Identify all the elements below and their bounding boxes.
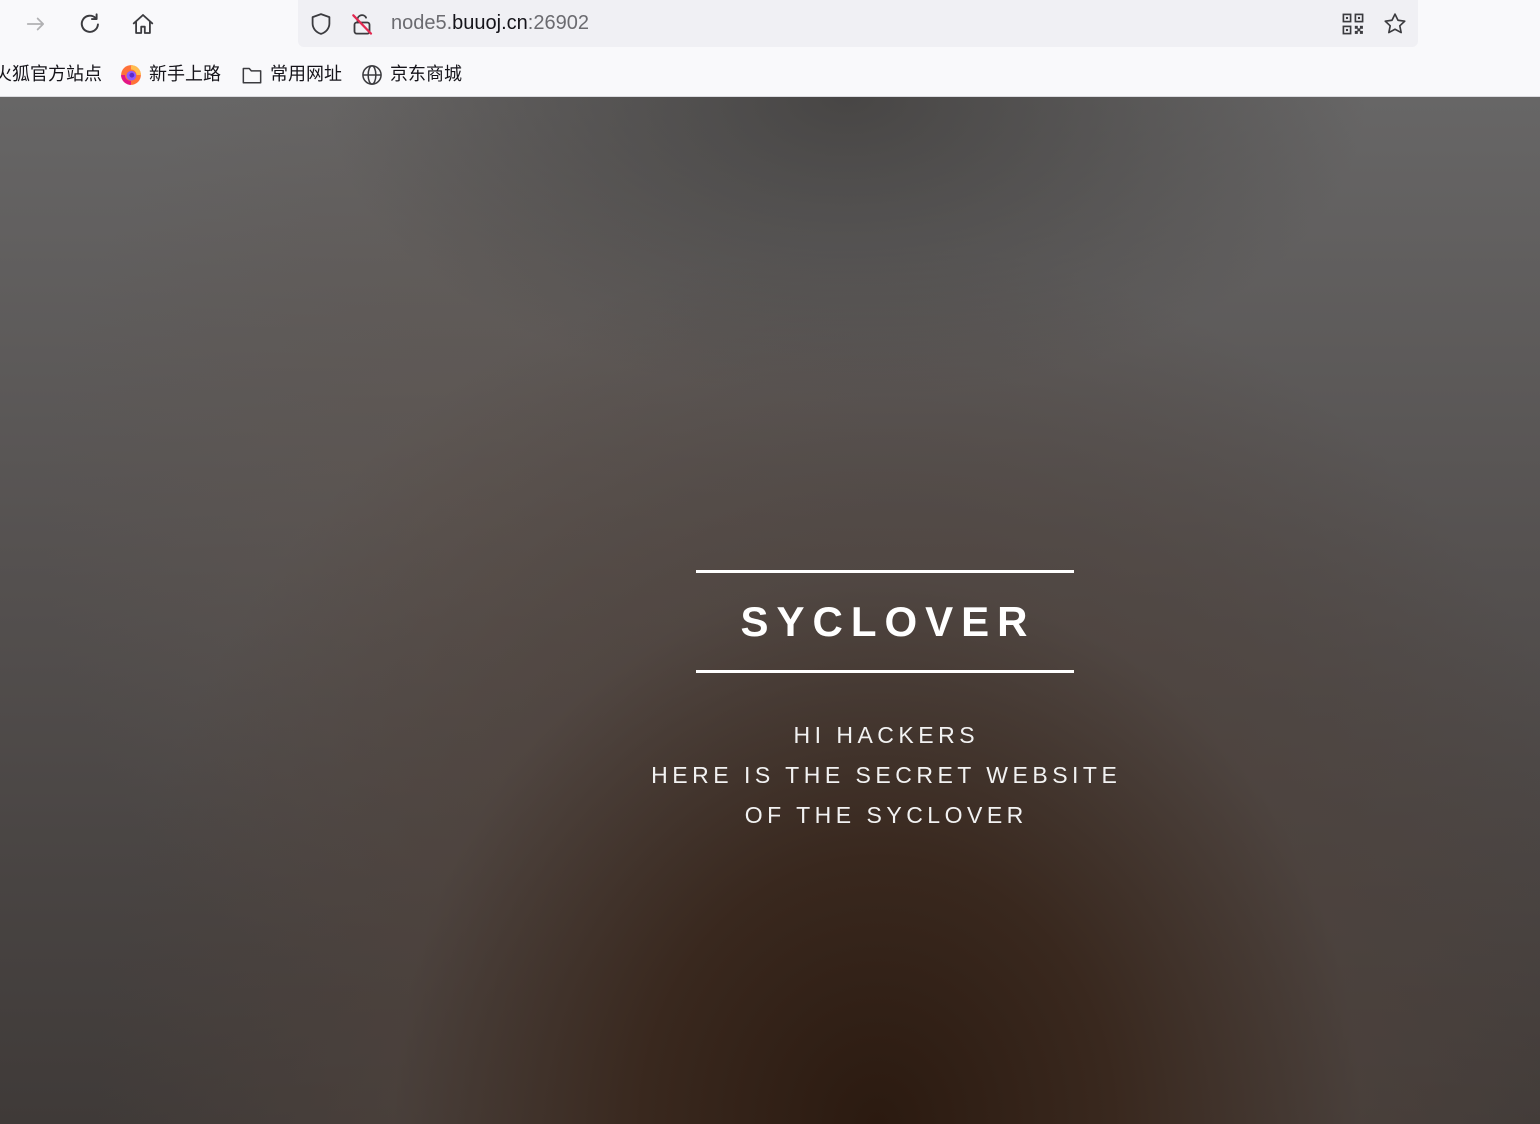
address-bar[interactable]: node5.buuoj.cn:26902 — [298, 0, 1418, 47]
home-icon[interactable] — [131, 12, 155, 36]
page-content: SYCLOVER HI HACKERS HERE IS THE SECRET W… — [0, 97, 1540, 1124]
bookmark-label[interactable]: 新手上路 — [149, 62, 221, 88]
reload-button[interactable] — [74, 8, 106, 40]
forward-button[interactable] — [20, 8, 52, 40]
insecure-lock-icon[interactable] — [350, 12, 374, 36]
navigation-toolbar: node5.buuoj.cn:26902 — [0, 0, 1540, 48]
bookmark-label[interactable]: 常用网址 — [270, 62, 342, 88]
bookmarks-toolbar: 火狐官方站点 新手上路 常用网址 京东商城 — [0, 48, 1540, 97]
tracking-protection-button[interactable] — [307, 10, 335, 38]
bookmark-getting-started[interactable]: 新手上路 — [120, 62, 221, 88]
qr-code-button[interactable] — [1339, 10, 1367, 38]
bookmark-folder-common-sites[interactable]: 常用网址 — [241, 62, 342, 88]
star-icon[interactable] — [1383, 12, 1407, 36]
arrow-right-icon[interactable] — [25, 13, 47, 35]
page-title: SYCLOVER — [740, 598, 1036, 645]
bookmark-jd-mall[interactable]: 京东商城 — [361, 62, 462, 88]
folder-icon[interactable] — [241, 64, 263, 86]
subtitle-line: OF THE SYCLOVER — [744, 802, 1028, 828]
site-security-button[interactable] — [348, 10, 376, 38]
url-port[interactable]: :26902 — [528, 12, 589, 34]
title-top-divider — [696, 570, 1074, 573]
bookmark-label[interactable]: 京东商城 — [390, 62, 462, 88]
globe-icon[interactable] — [361, 64, 383, 86]
qr-code-icon[interactable] — [1341, 12, 1365, 36]
bookmark-firefox-official-site[interactable]: 火狐官方站点 — [0, 62, 102, 88]
reload-icon[interactable] — [78, 12, 102, 36]
subtitle-line: HERE IS THE SECRET WEBSITE — [651, 762, 1122, 788]
url-text[interactable]: node5.buuoj.cn:26902 — [391, 0, 589, 47]
url-subdomain[interactable]: node5. — [391, 12, 452, 34]
bookmark-label[interactable]: 火狐官方站点 — [0, 62, 102, 88]
url-domain[interactable]: buuoj.cn — [452, 12, 528, 34]
shield-icon[interactable] — [309, 12, 333, 36]
firefox-icon[interactable] — [120, 64, 142, 86]
subtitle-line: HI HACKERS — [793, 722, 980, 748]
bookmark-star-button[interactable] — [1381, 10, 1409, 38]
title-bottom-divider — [696, 670, 1074, 673]
home-button[interactable] — [127, 8, 159, 40]
